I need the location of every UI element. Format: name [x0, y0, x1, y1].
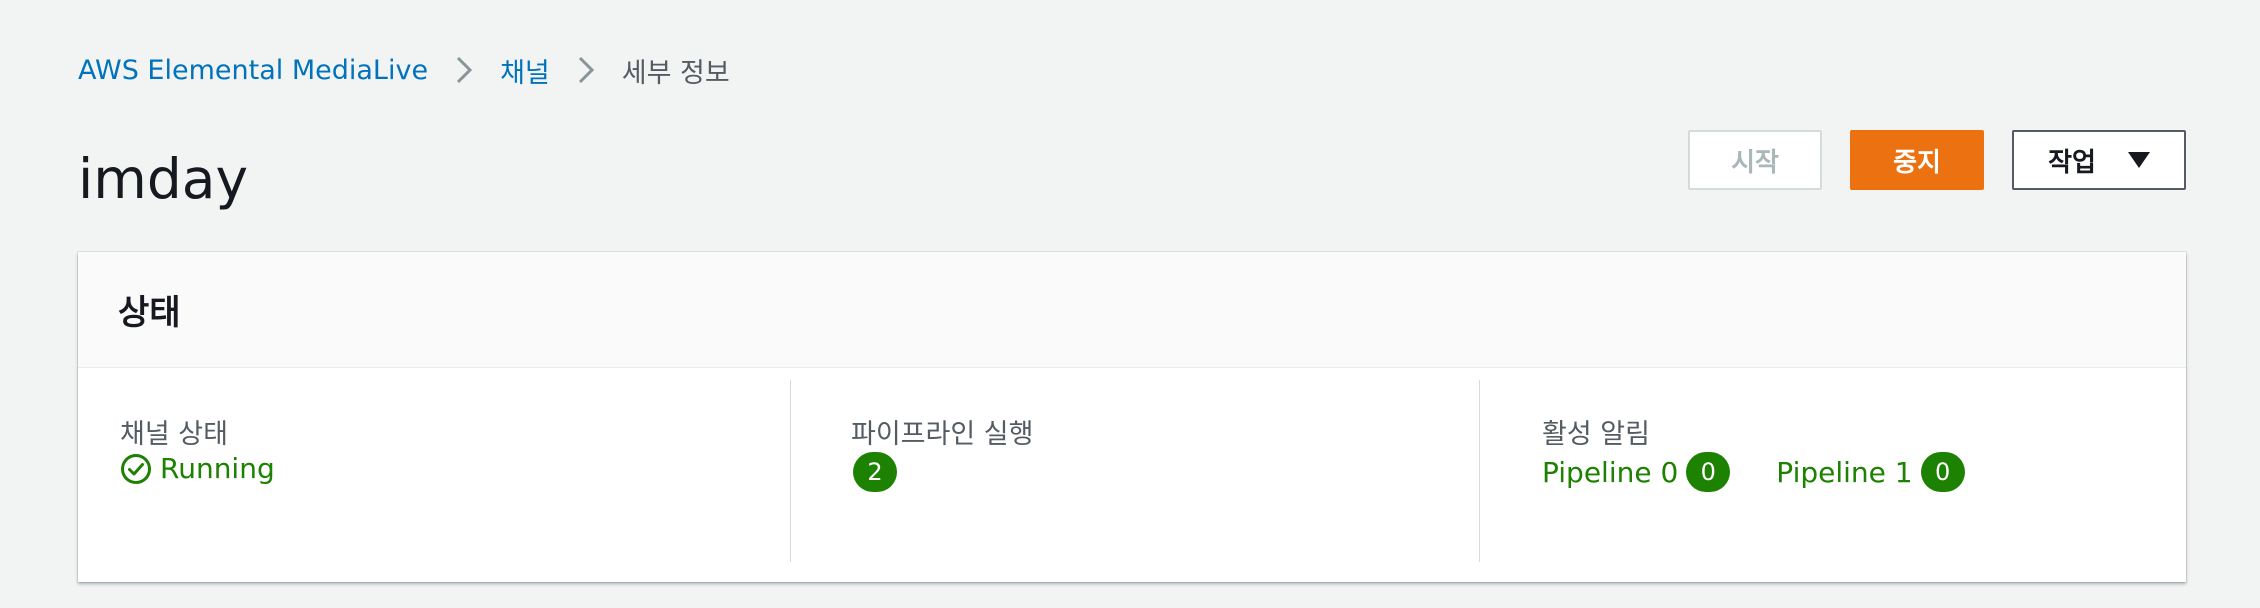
header-actions: 시작 중지 작업	[1688, 130, 2186, 190]
status-panel-header: 상태	[78, 252, 2186, 368]
pipelines-running-column: 파이프라인 실행 2	[790, 380, 1479, 562]
channel-state-label: 채널 상태	[120, 419, 228, 450]
chevron-right-icon	[550, 48, 622, 92]
active-alarms-label: 활성 알림	[1542, 419, 1650, 450]
stop-button[interactable]: 중지	[1850, 130, 1984, 190]
active-alarms-column: 활성 알림 Pipeline 0 0 Pipeline 1 0	[1479, 380, 2186, 562]
check-circle-icon	[120, 453, 152, 485]
status-panel: 상태 채널 상태 Running 파이프라인 실행 2 활성 알림 Pipeli…	[78, 252, 2186, 582]
chevron-right-icon	[428, 48, 500, 92]
pipeline-1-alarms-link[interactable]: Pipeline 1 0	[1776, 452, 1965, 492]
status-panel-title: 상태	[118, 293, 181, 333]
pipeline-0-name: Pipeline 0	[1542, 455, 1679, 489]
breadcrumb-service-link[interactable]: AWS Elemental MediaLive	[78, 55, 428, 86]
channel-state-column: 채널 상태 Running	[78, 368, 790, 582]
pipelines-running-count-badge: 2	[853, 452, 897, 492]
page-title: imday	[78, 147, 249, 211]
pipeline-0-alarm-count-badge: 0	[1686, 452, 1731, 492]
breadcrumb-current: 세부 정보	[621, 57, 730, 89]
pipeline-0-alarms-link[interactable]: Pipeline 0 0	[1542, 452, 1731, 492]
actions-dropdown-label: 작업	[2048, 147, 2096, 178]
breadcrumb: AWS Elemental MediaLive 채널 세부 정보	[78, 48, 730, 92]
active-alarms-value: Pipeline 0 0 Pipeline 1 0	[1542, 452, 1965, 492]
channel-state-text: Running	[160, 452, 275, 485]
actions-dropdown-button[interactable]: 작업	[2012, 130, 2186, 190]
pipelines-running-value: 2	[853, 452, 897, 492]
breadcrumb-channels-link[interactable]: 채널	[500, 51, 550, 90]
channel-state-value: Running	[120, 452, 275, 485]
start-button[interactable]: 시작	[1688, 130, 1822, 190]
pipeline-1-name: Pipeline 1	[1776, 455, 1913, 489]
pipeline-1-alarm-count-badge: 0	[1920, 452, 1965, 492]
pipelines-running-label: 파이프라인 실행	[851, 419, 1034, 450]
status-panel-body: 채널 상태 Running 파이프라인 실행 2 활성 알림 Pipeline …	[78, 368, 2186, 582]
caret-down-icon	[2127, 152, 2150, 168]
